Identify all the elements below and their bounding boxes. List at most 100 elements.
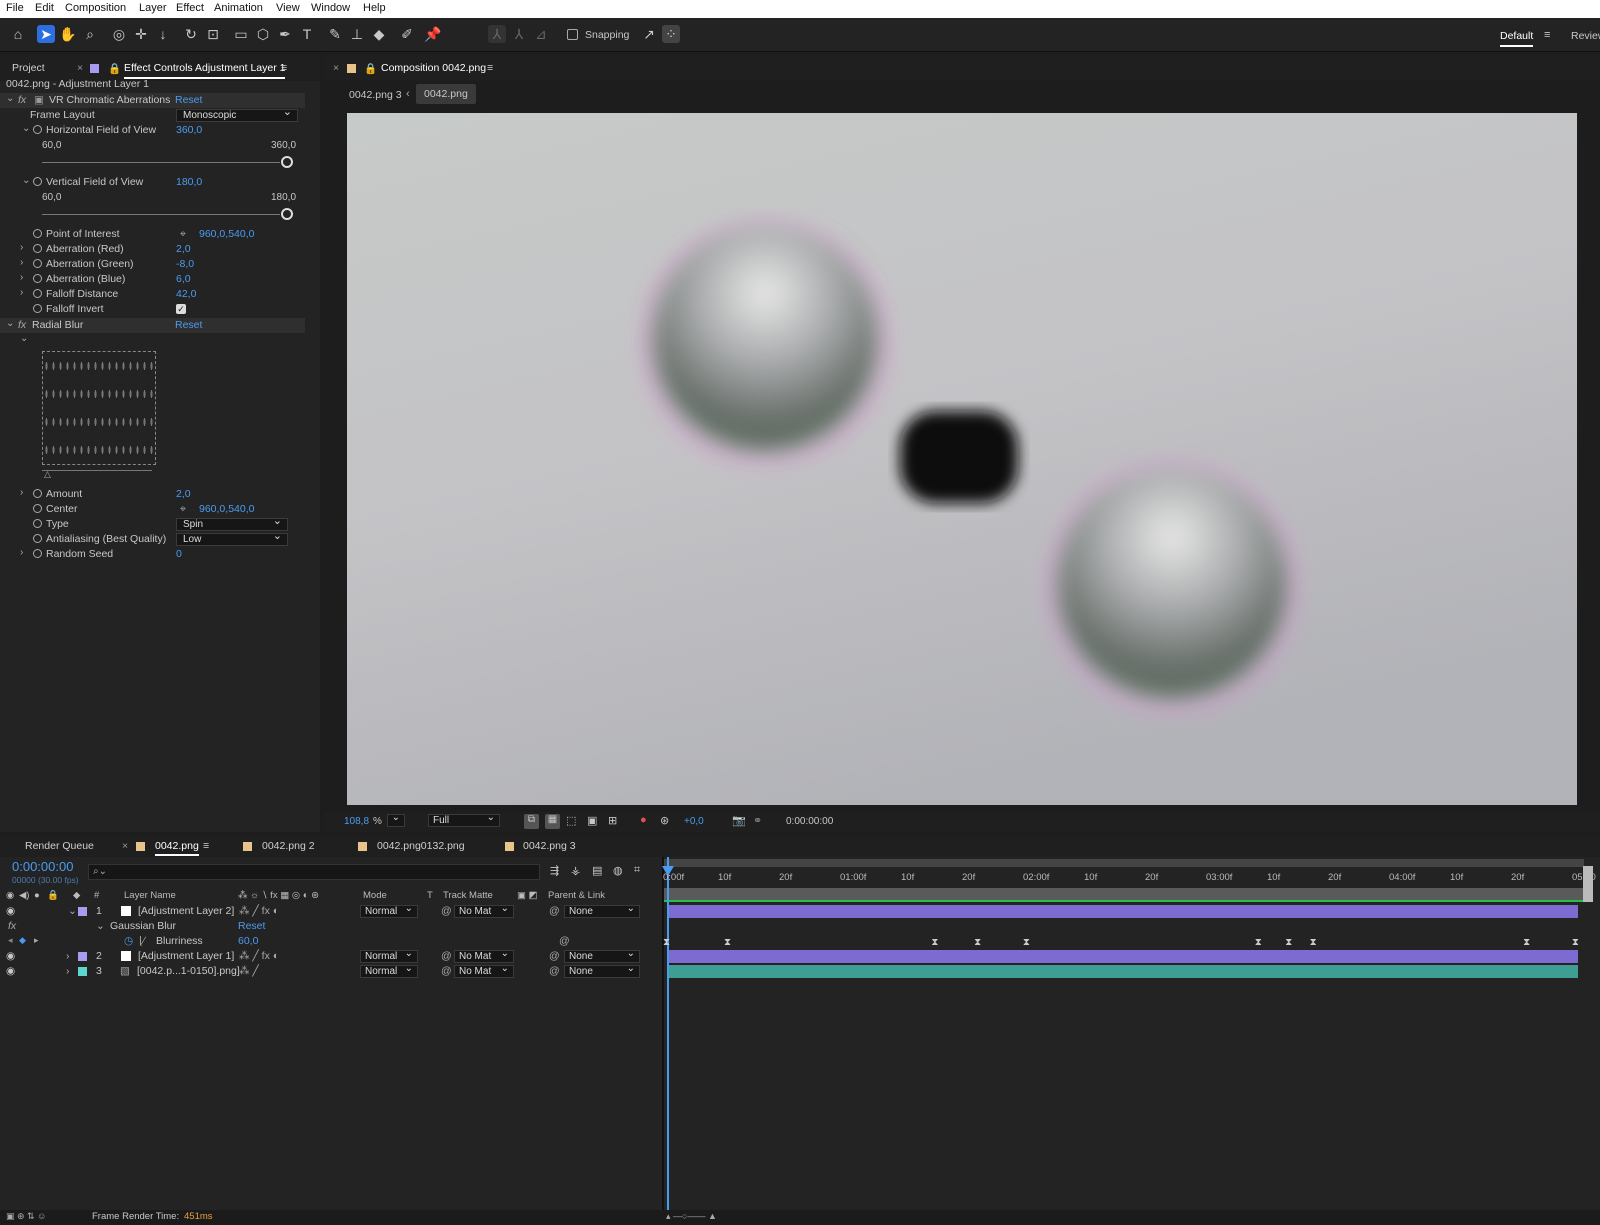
layer-row[interactable]: ◉ ⌄ 1 [Adjustment Layer 2] ⁂ ╱ fx ◐ Norm… <box>0 903 662 919</box>
label-icon[interactable]: ◆ <box>73 890 80 901</box>
stopwatch-icon[interactable] <box>33 259 42 268</box>
chevron-down-icon[interactable]: ⌄ <box>22 123 30 134</box>
layer-bar-adjustment-2[interactable] <box>668 905 1578 918</box>
vfov-value[interactable]: 180,0 <box>176 176 202 188</box>
brush-tool-icon[interactable]: ✎ <box>326 25 344 43</box>
motion-blur-icon[interactable]: ◍ <box>613 864 623 877</box>
menu-window[interactable]: Window <box>311 2 350 14</box>
prop-value[interactable]: 42,0 <box>176 288 196 300</box>
audio-icon[interactable]: ◀) <box>19 890 29 901</box>
show-snapshot-icon[interactable]: ⚭ <box>753 814 762 827</box>
solo-icon[interactable]: ● <box>34 890 40 901</box>
color-management-icon[interactable]: ⊛ <box>660 814 669 827</box>
rotate-tool-icon[interactable]: ↻ <box>182 25 200 43</box>
eye-icon[interactable]: ◉ <box>6 905 15 917</box>
pan-camera-icon[interactable]: ✛ <box>132 25 150 43</box>
prop-value[interactable]: 2,0 <box>176 488 191 500</box>
stopwatch-icon[interactable] <box>33 549 42 558</box>
panel-menu-icon[interactable]: ≡ <box>281 62 287 74</box>
orbit-camera-icon[interactable]: ◎ <box>110 25 128 43</box>
workspace-default[interactable]: Default <box>1500 30 1534 47</box>
layer-name[interactable]: [Adjustment Layer 2] <box>138 905 234 917</box>
axis-view-icon[interactable]: ⊿ <box>532 25 550 43</box>
next-keyframe-icon[interactable]: ▸ <box>34 935 39 946</box>
menu-edit[interactable]: Edit <box>35 2 54 14</box>
stopwatch-icon[interactable] <box>33 125 42 134</box>
prop-value[interactable]: -8,0 <box>176 258 194 270</box>
effect-row-gaussian-blur[interactable]: fx ⌄ Gaussian Blur Reset <box>0 919 662 934</box>
column-layer-name[interactable]: Layer Name <box>124 890 176 901</box>
zoom-value[interactable]: 108,8 <box>344 816 369 827</box>
property-value[interactable]: 60,0 <box>238 935 258 947</box>
pen-tool-icon[interactable]: ✒ <box>276 25 294 43</box>
exposure-value[interactable]: +0,0 <box>684 816 704 827</box>
chevron-down-icon[interactable]: ⌄ <box>96 920 105 932</box>
column-parent[interactable]: Parent & Link <box>548 890 605 901</box>
parent-dropdown[interactable]: None <box>564 948 640 963</box>
crosshair-icon[interactable]: ⌖ <box>180 228 186 241</box>
slider-handle-icon[interactable]: △ <box>44 469 51 480</box>
3d-box-icon[interactable]: ⬡ <box>254 25 272 43</box>
frame-blending-icon[interactable]: ▤ <box>592 864 602 877</box>
menu-composition[interactable]: Composition <box>65 2 126 14</box>
reset-button[interactable]: Reset <box>175 319 202 331</box>
playhead-line[interactable] <box>667 857 669 1225</box>
stopwatch-icon[interactable] <box>33 244 42 253</box>
tab-timeline-0042[interactable]: 0042.png <box>155 840 199 856</box>
layer-switches-icon[interactable]: ⁂ ╱ fx ◐ <box>239 950 279 962</box>
effect-header-radial-blur[interactable]: ⌄ fx Radial Blur Reset <box>0 318 305 333</box>
keyframe-diamond-icon[interactable]: ◆ <box>19 935 26 946</box>
falloff-invert-checkbox[interactable]: ✓ <box>176 304 186 314</box>
eraser-tool-icon[interactable]: ◆ <box>370 25 388 43</box>
fx-icon[interactable]: fx <box>18 319 26 331</box>
menu-help[interactable]: Help <box>363 2 386 14</box>
tab-timeline-0042-0132[interactable]: 0042.png0132.png <box>377 840 465 852</box>
stopwatch-icon[interactable] <box>33 504 42 513</box>
selection-tool-icon[interactable]: ➤ <box>37 25 55 43</box>
crosshair-icon[interactable]: ⌖ <box>180 503 186 516</box>
comp-flowchart-icon[interactable]: ⇶ <box>550 864 559 877</box>
pickwhip-icon[interactable]: @ <box>441 905 452 917</box>
chevron-right-icon[interactable]: › <box>20 242 23 253</box>
workspace-review[interactable]: Review <box>1571 30 1600 42</box>
keyframe-marker-icon[interactable]: ⧗ <box>1255 938 1263 948</box>
chevron-down-icon[interactable]: ⌄ <box>6 93 14 104</box>
zoom-tool-icon[interactable]: ⌕ <box>81 25 99 43</box>
mask-visibility-icon[interactable]: ⬚ <box>566 814 576 827</box>
viewer-timecode[interactable]: 0:00:00:00 <box>786 816 833 827</box>
layer-row[interactable]: ◉ › 2 [Adjustment Layer 1] ⁂ ╱ fx ◐ Norm… <box>0 948 662 964</box>
anchor-point-tool-icon[interactable]: ⊡ <box>204 25 222 43</box>
stopwatch-icon[interactable] <box>33 274 42 283</box>
switches-icon[interactable]: ⁂ ☼ ∖ fx ▦ ◎ ◐ ⊛ <box>238 890 319 901</box>
keyframe-marker-icon[interactable]: ⧗ <box>663 938 671 948</box>
layer-switches-icon[interactable]: ⁂ ╱ <box>239 965 259 977</box>
breadcrumb-prev[interactable]: 0042.png 3 <box>349 89 402 101</box>
prop-value[interactable]: 960,0,540,0 <box>199 503 254 515</box>
chevron-right-icon[interactable]: › <box>20 257 23 268</box>
effect-header-vr-chromatic[interactable]: ⌄ fx ▣ VR Chromatic Aberrations Reset <box>0 93 305 108</box>
snap-edge-icon[interactable]: ↗ <box>640 25 658 43</box>
menu-animation[interactable]: Animation <box>214 2 263 14</box>
stopwatch-icon[interactable] <box>33 304 42 313</box>
chevron-right-icon[interactable]: › <box>66 965 70 977</box>
hfov-value[interactable]: 360,0 <box>176 124 202 136</box>
timeline-divider[interactable] <box>662 857 664 1225</box>
parent-pickwhip-icon[interactable]: @ <box>549 950 560 962</box>
pickwhip-icon[interactable]: @ <box>441 965 452 977</box>
keyframe-marker-icon[interactable]: ⧗ <box>1572 938 1580 948</box>
chevron-down-icon[interactable]: ⌄ <box>6 318 14 329</box>
vfov-slider-knob[interactable] <box>281 208 293 220</box>
chevron-right-icon[interactable]: › <box>20 487 23 498</box>
stopwatch-icon[interactable] <box>33 289 42 298</box>
layer-search-input[interactable]: ⌕⌄ <box>88 864 540 880</box>
property-row-blurriness[interactable]: ◂ ◆ ▸ ◷ ⌊∕ Blurriness 60,0 @ <box>0 934 662 949</box>
expression-pickwhip-icon[interactable]: @ <box>559 935 570 947</box>
column-mode[interactable]: Mode <box>363 890 387 901</box>
fx-icon[interactable]: fx <box>18 94 26 106</box>
dolly-camera-icon[interactable]: ↓ <box>154 25 172 43</box>
menu-effect[interactable]: Effect <box>176 2 204 14</box>
keyframe-marker-icon[interactable]: ⧗ <box>1023 938 1031 948</box>
reset-button[interactable]: Reset <box>175 94 202 106</box>
fx-icon[interactable]: fx <box>8 920 16 932</box>
layer-bar-footage[interactable] <box>668 965 1578 978</box>
